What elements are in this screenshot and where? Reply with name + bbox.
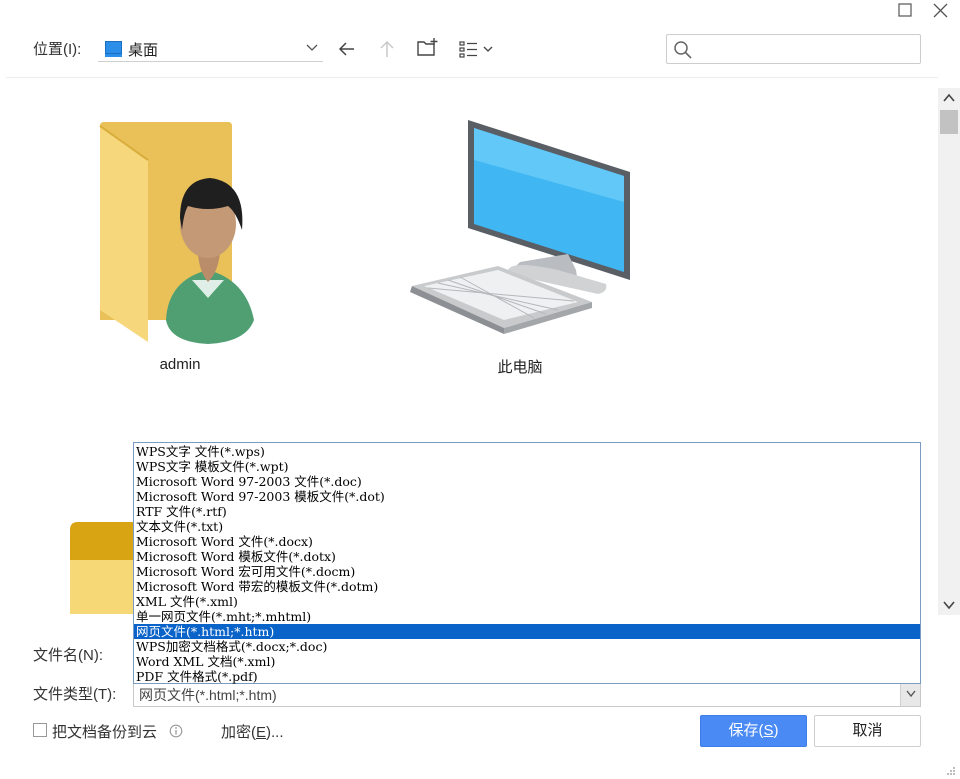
filetype-label: 文件类型(T): — [33, 686, 117, 703]
vertical-scrollbar[interactable] — [938, 88, 960, 615]
backup-checkbox[interactable] — [33, 723, 47, 737]
maximize-icon — [898, 3, 912, 17]
filetype-select[interactable]: 网页文件(*.html;*.htm) — [133, 680, 921, 707]
back-button[interactable] — [336, 38, 358, 60]
location-value: 桌面 — [128, 42, 159, 59]
maximize-button[interactable] — [893, 0, 919, 22]
filetype-value: 网页文件(*.html;*.htm) — [139, 687, 277, 703]
scroll-up-button[interactable] — [938, 88, 960, 108]
search-icon — [674, 41, 692, 59]
filetype-option[interactable]: Microsoft Word 97-2003 文件(*.doc) — [134, 474, 920, 489]
filetype-option[interactable]: Microsoft Word 带宏的模板文件(*.dotm) — [134, 579, 920, 594]
arrow-up-icon — [380, 40, 394, 57]
close-icon — [933, 3, 948, 18]
filetype-dropdown-list: WPS文字 文件(*.wps) WPS文字 模板文件(*.wpt) Microsof… — [133, 442, 921, 684]
new-folder-icon — [417, 38, 438, 56]
item-label-admin: admin — [159, 356, 201, 373]
scroll-down-button[interactable] — [938, 595, 960, 615]
filetype-dropdown-button[interactable] — [900, 681, 920, 706]
filename-label: 文件名(N): — [33, 647, 103, 664]
close-button[interactable] — [928, 0, 954, 22]
arrow-left-icon — [338, 42, 354, 56]
filetype-option[interactable]: Word XML 文档(*.xml) — [134, 654, 920, 669]
chevron-down-icon — [906, 690, 916, 698]
search-input[interactable] — [697, 39, 912, 59]
search-box[interactable] — [666, 34, 921, 64]
desktop-icon — [105, 41, 122, 57]
location-label: 位置(I): — [33, 41, 82, 58]
new-folder-button[interactable] — [416, 36, 440, 60]
folder-icon[interactable] — [68, 520, 134, 616]
view-mode-button[interactable] — [458, 38, 498, 60]
filetype-option[interactable]: 网页文件(*.html;*.htm) — [134, 624, 920, 639]
up-folder-button[interactable] — [376, 38, 398, 60]
filetype-option[interactable]: WPS文字 文件(*.wps) — [134, 444, 920, 459]
filetype-option[interactable]: 文本文件(*.txt) — [134, 519, 920, 534]
save-button[interactable]: 保存(S) — [700, 715, 807, 747]
filetype-option[interactable]: XML 文件(*.xml) — [134, 594, 920, 609]
filetype-option[interactable]: WPS文字 模板文件(*.wpt) — [134, 459, 920, 474]
filetype-option[interactable]: WPS加密文档格式(*.docx;*.doc) — [134, 639, 920, 654]
backup-label[interactable]: 把文档备份到云 — [52, 721, 157, 742]
filetype-option[interactable]: 单一网页文件(*.mht;*.mhtml) — [134, 609, 920, 624]
filetype-option[interactable]: Microsoft Word 97-2003 模板文件(*.dot) — [134, 489, 920, 504]
filetype-option[interactable]: Microsoft Word 宏可用文件(*.docm) — [134, 564, 920, 579]
info-icon[interactable] — [169, 724, 183, 738]
encrypt-button[interactable]: 加密(E)... — [221, 721, 284, 742]
chevron-down-icon — [306, 44, 318, 51]
cancel-button[interactable]: 取消 — [814, 715, 921, 747]
chevron-up-icon — [943, 93, 955, 102]
user-folder-icon[interactable] — [96, 120, 296, 352]
location-dropdown[interactable]: 桌面 — [98, 34, 323, 62]
filetype-option[interactable]: Microsoft Word 模板文件(*.dotx) — [134, 549, 920, 564]
scroll-thumb[interactable] — [940, 110, 958, 134]
list-view-icon — [459, 41, 493, 58]
resize-grip-icon[interactable] — [945, 765, 957, 777]
item-label-this-pc: 此电脑 — [497, 359, 543, 376]
computer-icon[interactable] — [408, 120, 638, 336]
filetype-option[interactable]: RTF 文件(*.rtf) — [134, 504, 920, 519]
filetype-option[interactable]: Microsoft Word 文件(*.docx) — [134, 534, 920, 549]
chevron-down-icon — [943, 601, 955, 610]
filetype-option[interactable]: PDF 文件格式(*.pdf) — [134, 669, 920, 684]
